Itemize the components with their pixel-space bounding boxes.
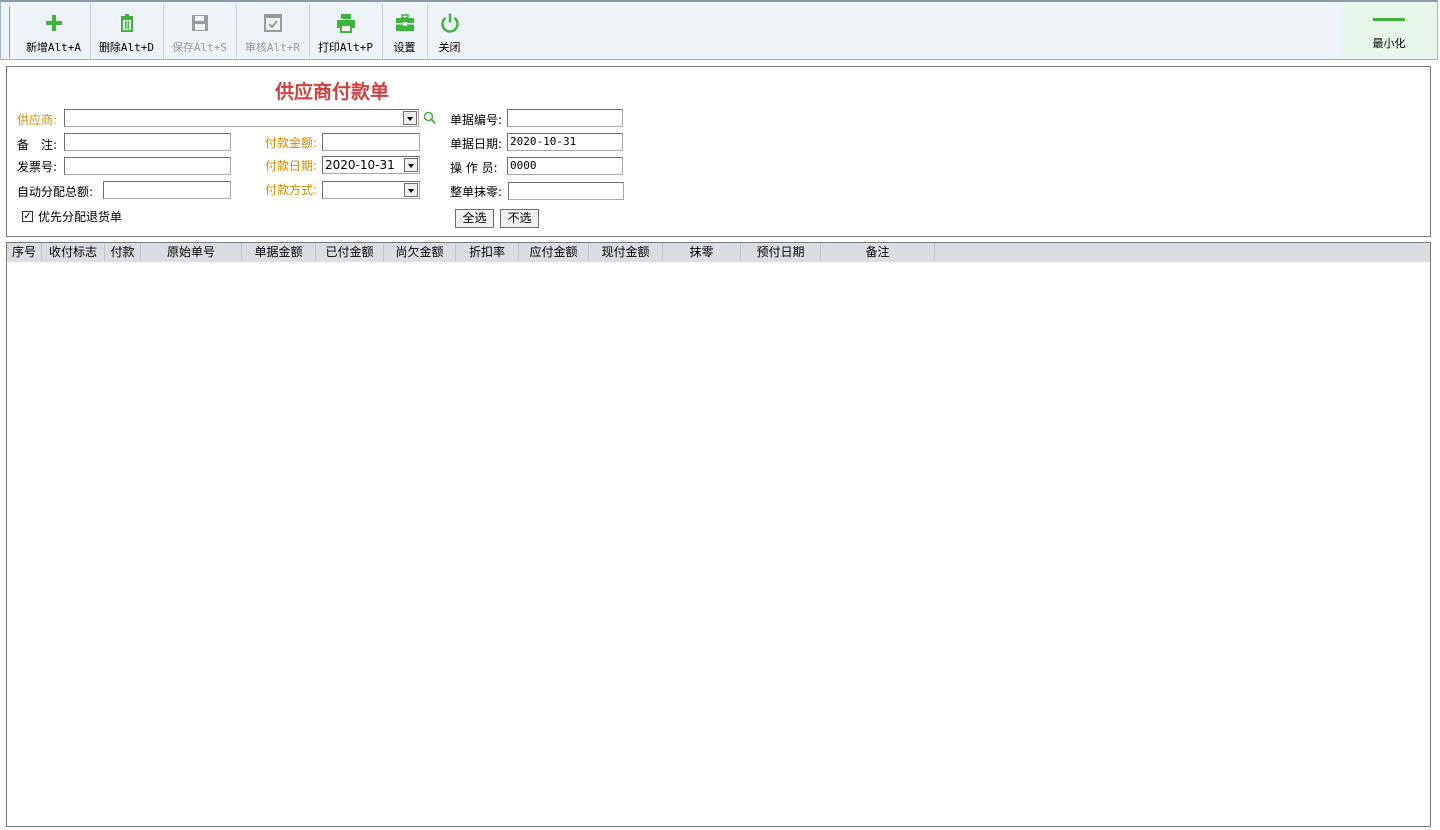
approve-button-label: 审核Alt+R (244, 41, 301, 54)
pay-amount-input[interactable] (322, 133, 420, 151)
delete-button[interactable]: 删除Alt+D (90, 4, 164, 58)
toolbar: 新增Alt+A 删除Alt+D 保存Alt+S 审核Alt+R 打印Alt+P (0, 0, 1438, 60)
payment-detail-grid[interactable]: 序号 收付标志 付款 原始单号 单据金额 已付金额 尚欠金额 折扣率 应付金额 … (6, 242, 1431, 827)
pay-date-dropdown-icon[interactable] (404, 158, 418, 172)
auto-total-input[interactable] (103, 181, 231, 199)
save-icon (191, 15, 208, 31)
operator-value: 0000 (510, 159, 537, 172)
remark-label: 备 注: (17, 138, 58, 152)
grid-col-round-off[interactable]: 抹零 (663, 243, 741, 262)
invoice-input[interactable] (64, 157, 231, 175)
grid-col-doc-amount[interactable]: 单据金额 (242, 243, 316, 262)
search-icon[interactable] (423, 111, 437, 125)
pay-method-dropdown-icon[interactable] (404, 183, 418, 197)
grid-col-flag[interactable]: 收付标志 (42, 243, 105, 262)
supplier-label: 供应商: (17, 113, 58, 127)
delete-button-label: 删除Alt+D (98, 41, 155, 54)
remark-input[interactable] (64, 133, 231, 151)
plus-icon (45, 15, 62, 31)
invoice-label: 发票号: (17, 160, 58, 174)
page-title: 供应商付款单 (274, 81, 389, 103)
save-button[interactable]: 保存Alt+S (163, 4, 237, 58)
auto-total-label: 自动分配总额: (17, 185, 94, 199)
prefer-return-label: 优先分配退货单 (38, 210, 123, 224)
toolbar-grip[interactable] (9, 6, 13, 58)
trash-icon (120, 14, 133, 32)
minimize-icon (1373, 18, 1405, 21)
pay-date-value: 2020-10-31 (325, 158, 395, 172)
grid-col-remark[interactable]: 备注 (821, 243, 935, 262)
prefer-return-checkbox[interactable]: ✓ (22, 211, 33, 222)
printer-icon (336, 14, 355, 33)
pay-method-select[interactable] (322, 181, 420, 199)
grid-col-payable[interactable]: 应付金额 (519, 243, 589, 262)
power-icon (440, 13, 459, 33)
close-button[interactable]: 关闭 (427, 4, 472, 58)
round-off-input[interactable] (508, 182, 624, 200)
approve-icon (263, 14, 282, 32)
toolbox-icon (395, 14, 414, 31)
round-off-label: 整单抹零: (450, 185, 503, 199)
pay-date-label: 付款日期: (265, 159, 318, 173)
select-none-button[interactable]: 不选 (500, 209, 539, 228)
grid-header: 序号 收付标志 付款 原始单号 单据金额 已付金额 尚欠金额 折扣率 应付金额 … (7, 243, 1430, 262)
close-button-label: 关闭 (438, 41, 461, 54)
add-button-label: 新增Alt+A (25, 41, 82, 54)
add-button[interactable]: 新增Alt+A (17, 4, 91, 58)
grid-col-current-pay[interactable]: 现付金额 (589, 243, 663, 262)
minimize-label: 最小化 (1372, 37, 1406, 50)
grid-col-pay[interactable]: 付款 (105, 243, 141, 262)
grid-col-discount[interactable]: 折扣率 (456, 243, 519, 262)
pay-amount-label: 付款金额: (265, 136, 318, 150)
doc-date-label: 单据日期: (450, 137, 503, 151)
save-button-label: 保存Alt+S (171, 41, 228, 54)
pay-method-label: 付款方式: (265, 183, 318, 197)
supplier-combobox[interactable] (64, 109, 419, 127)
grid-col-origin-no[interactable]: 原始单号 (141, 243, 242, 262)
grid-col-prepay-date[interactable]: 预付日期 (741, 243, 821, 262)
print-button[interactable]: 打印Alt+P (309, 4, 383, 58)
operator-input[interactable]: 0000 (507, 157, 623, 175)
print-button-label: 打印Alt+P (317, 41, 374, 54)
operator-label: 操 作 员: (450, 161, 498, 175)
form-panel: 供应商付款单 供应商: 备 注: 发票号: 自动分配总额: ✓ 优先分配退货单 … (6, 66, 1431, 237)
grid-col-owed-amount[interactable]: 尚欠金额 (384, 243, 456, 262)
grid-col-seq[interactable]: 序号 (7, 243, 42, 262)
minimize-button[interactable]: 最小化 (1341, 4, 1437, 58)
doc-date-input[interactable]: 2020-10-31 (507, 133, 623, 151)
settings-button-label: 设置 (393, 41, 416, 54)
doc-date-value: 2020-10-31 (510, 135, 577, 148)
grid-col-paid-amount[interactable]: 已付金额 (316, 243, 384, 262)
doc-no-input[interactable] (507, 109, 623, 127)
settings-button[interactable]: 设置 (382, 4, 428, 58)
select-all-button[interactable]: 全选 (455, 209, 494, 228)
doc-no-label: 单据编号: (450, 113, 503, 127)
approve-button[interactable]: 审核Alt+R (236, 4, 310, 58)
supplier-dropdown-icon[interactable] (403, 111, 417, 125)
pay-date-picker[interactable]: 2020-10-31 (322, 156, 420, 174)
